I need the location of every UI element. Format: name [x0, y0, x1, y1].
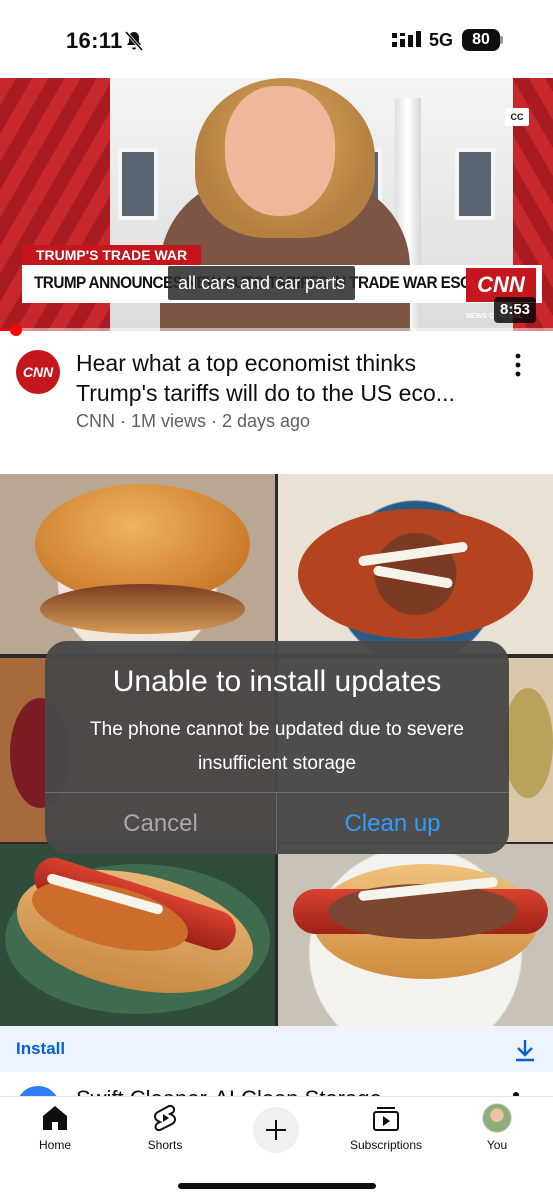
battery-tip: [500, 36, 503, 44]
bell-off-icon: [124, 31, 144, 51]
video-caption: all cars and car parts: [168, 266, 356, 300]
subscriptions-icon: [373, 1107, 399, 1131]
status-bar: 16:11 5G 80: [0, 0, 553, 78]
user-avatar: [482, 1103, 512, 1133]
banner-tag: TRUMP'S TRADE WAR: [22, 245, 202, 265]
more-vert-icon[interactable]: [506, 352, 530, 378]
nav-home[interactable]: Home: [5, 1103, 105, 1163]
video-meta: CNN · 1M views · 2 days ago: [76, 411, 311, 431]
dialog-message: The phone cannot be updated due to sever…: [90, 719, 464, 774]
battery-level: 80: [462, 29, 500, 51]
nav-subscriptions[interactable]: Subscriptions: [336, 1103, 436, 1163]
nav-shorts[interactable]: Shorts: [115, 1103, 215, 1163]
nav-home-label: Home: [38, 1138, 71, 1152]
food-image-hotdog-chili: [278, 844, 553, 1026]
create-button[interactable]: [253, 1107, 299, 1153]
signal-icon: [392, 31, 421, 47]
nav-you-label: You: [486, 1138, 508, 1152]
video-player[interactable]: CC TRUMP'S TRADE WAR TRUMP ANNOUNCES NEW…: [0, 78, 553, 331]
install-label[interactable]: Install: [16, 1039, 65, 1059]
food-image-hotdog-crispy: [0, 844, 275, 1026]
food-image-stew: [278, 474, 553, 654]
download-icon[interactable]: [514, 1038, 536, 1062]
shorts-icon: [154, 1104, 176, 1132]
anchor-face: [225, 86, 335, 216]
dialog-title: Unable to install updates: [112, 665, 442, 698]
clean-up-button[interactable]: Clean up: [277, 793, 508, 854]
install-bar[interactable]: Install: [0, 1026, 553, 1072]
update-error-dialog: Unable to install updates The phone cann…: [45, 641, 509, 854]
status-time: 16:11: [66, 28, 123, 53]
home-indicator: [178, 1183, 376, 1189]
food-image-sandwich: [0, 474, 275, 654]
plus-icon: [266, 1120, 286, 1140]
video-title[interactable]: Hear what a top economist thinks Trump's…: [76, 348, 496, 408]
nav-you[interactable]: You: [447, 1103, 547, 1163]
video-duration: 8:53: [494, 297, 537, 323]
progress-track[interactable]: [0, 328, 553, 331]
progress-scrubber[interactable]: [10, 324, 22, 336]
channel-avatar[interactable]: CNN: [16, 350, 60, 394]
closed-captions-icon[interactable]: CC: [505, 108, 529, 126]
network-type: 5G: [429, 30, 454, 50]
home-icon: [43, 1106, 67, 1130]
cancel-button[interactable]: Cancel: [45, 793, 276, 854]
nav-subscriptions-label: Subscriptions: [349, 1138, 423, 1152]
nav-shorts-label: Shorts: [147, 1138, 183, 1152]
